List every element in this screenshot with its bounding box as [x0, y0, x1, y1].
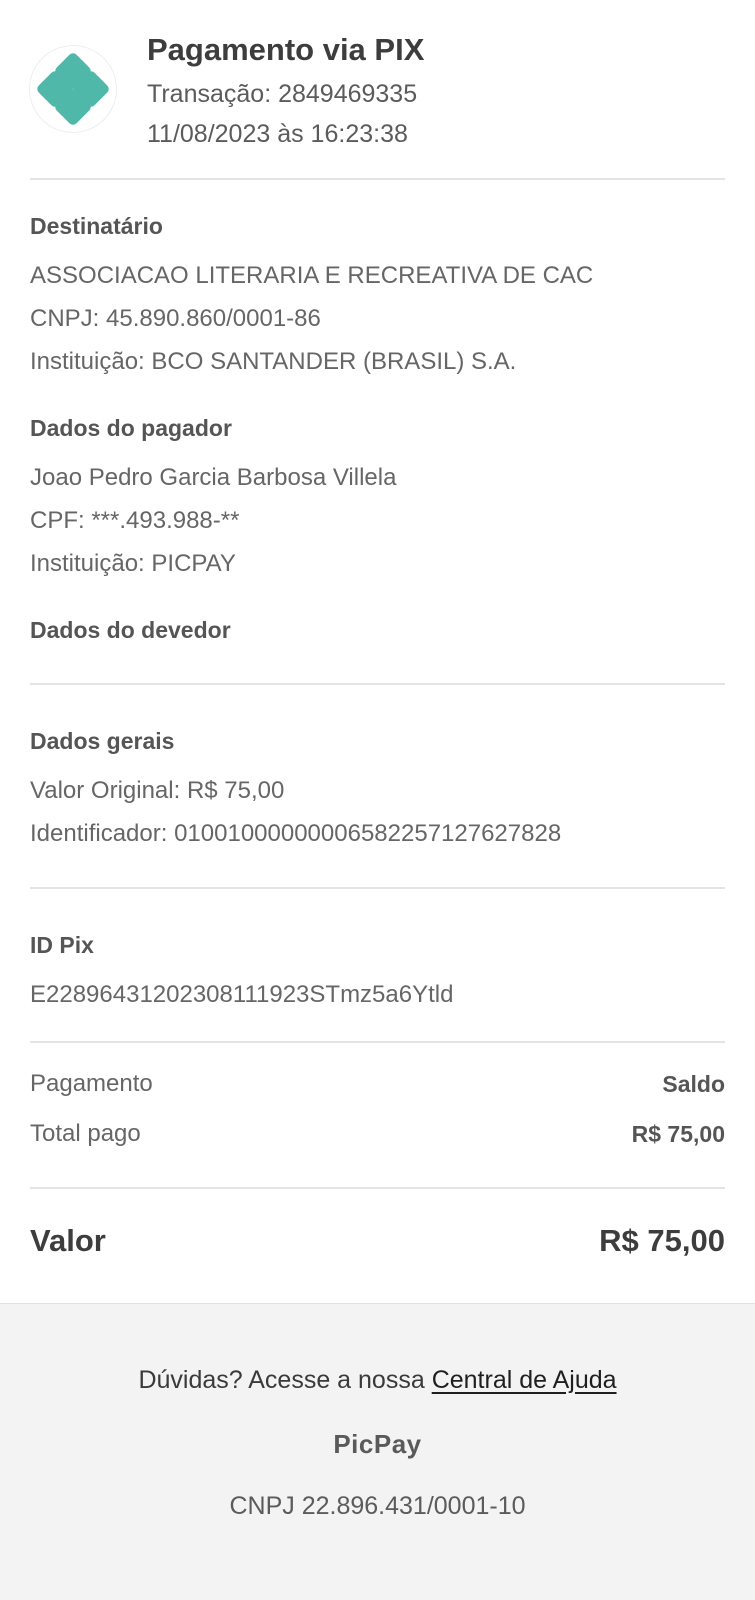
payment-method-row: Pagamento Saldo: [30, 1067, 725, 1101]
recipient-section: Destinatário ASSOCIACAO LITERARIA E RECR…: [30, 180, 725, 377]
general-section: Dados gerais Valor Original: R$ 75,00 Id…: [30, 685, 725, 887]
footer-cnpj: CNPJ 22.896.431/0001-10: [229, 1492, 526, 1520]
payer-name: Joao Pedro Garcia Barbosa Villela: [30, 464, 397, 491]
help-prefix: Dúvidas? Acesse a nossa: [138, 1366, 432, 1394]
recipient-name: ASSOCIACAO LITERARIA E RECREATIVA DE CAC: [30, 262, 594, 289]
help-line: Dúvidas? Acesse a nossa Central de Ajuda: [0, 1366, 755, 1395]
total-label: Valor: [30, 1223, 106, 1258]
payment-method-label: Pagamento: [30, 1070, 153, 1097]
receipt-card: Pagamento via PIX Transação: 2849469335 …: [0, 0, 755, 1303]
transaction-datetime: 11/08/2023 às 16:23:38: [147, 120, 408, 148]
payer-document: CPF: ***.493.988-**: [30, 507, 240, 534]
payer-section: Dados do pagador Joao Pedro Garcia Barbo…: [30, 377, 725, 579]
payer-title: Dados do pagador: [30, 415, 232, 441]
total-row: Valor R$ 75,00: [30, 1189, 725, 1293]
payment-method-value: Saldo: [662, 1070, 725, 1097]
page-title: Pagamento via PIX: [147, 32, 425, 67]
transaction-id: Transação: 2849469335: [147, 80, 418, 108]
recipient-title: Destinatário: [30, 213, 163, 239]
total-paid-row: Total pago R$ 75,00: [30, 1117, 725, 1151]
footer: Dúvidas? Acesse a nossa Central de Ajuda…: [0, 1303, 755, 1600]
debtor-section: Dados do devedor: [30, 579, 725, 683]
pix-logo-icon: [30, 46, 116, 132]
recipient-institution: Instituição: BCO SANTANDER (BRASIL) S.A.: [30, 348, 517, 375]
original-value: Valor Original: R$ 75,00: [30, 777, 285, 804]
recipient-document: CNPJ: 45.890.860/0001-86: [30, 305, 321, 332]
pix-id-value: E22896431202308111923STmz5a6Ytld: [30, 981, 454, 1008]
pix-id-section: ID Pix E22896431202308111923STmz5a6Ytld: [30, 889, 725, 1041]
pix-id-title: ID Pix: [30, 932, 94, 958]
help-center-link[interactable]: Central de Ajuda: [432, 1366, 617, 1394]
total-value: R$ 75,00: [599, 1223, 725, 1258]
payment-section: Pagamento Saldo Total pago R$ 75,00: [30, 1043, 725, 1187]
identifier: Identificador: 0100100000000658225712762…: [30, 820, 562, 847]
debtor-title: Dados do devedor: [30, 617, 231, 643]
header-text: Pagamento via PIX Transação: 2849469335 …: [147, 30, 424, 154]
total-paid-label: Total pago: [30, 1120, 141, 1147]
total-paid-value: R$ 75,00: [631, 1120, 725, 1147]
picpay-logo: PicPay: [333, 1429, 422, 1459]
payer-institution: Instituição: PICPAY: [30, 550, 236, 577]
general-title: Dados gerais: [30, 728, 175, 754]
receipt-header: Pagamento via PIX Transação: 2849469335 …: [30, 0, 725, 180]
